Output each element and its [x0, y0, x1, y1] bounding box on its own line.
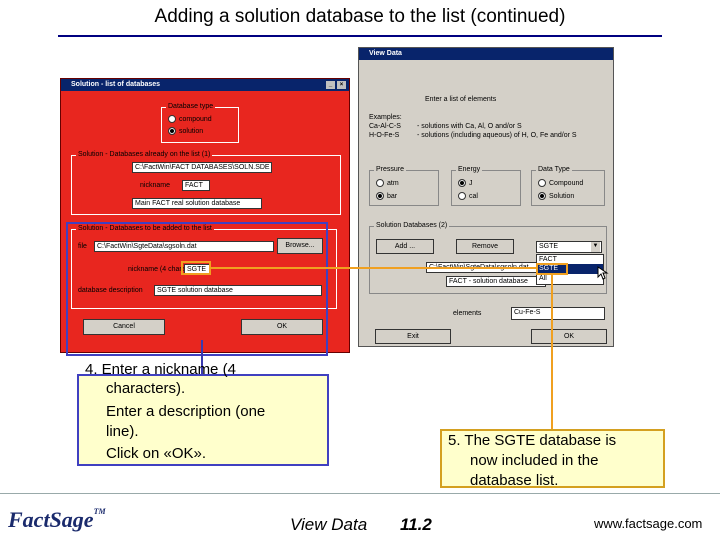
step4-callout: 4. Enter a nickname (4 characters). Ente…	[77, 361, 329, 466]
step5-line: now included in the	[470, 452, 599, 469]
step5-line: database list.	[470, 472, 559, 489]
step4-line: 4. Enter a nickname (4	[85, 361, 236, 378]
step4-line: Enter a description (one	[106, 403, 266, 420]
step4-line: characters).	[106, 380, 186, 397]
step4-line: line).	[106, 423, 139, 440]
step5-line: 5. The SGTE database is	[448, 432, 617, 449]
step4-line: Click on «OK».	[106, 445, 207, 462]
step5-callout: 5. The SGTE database is now included in …	[440, 429, 665, 489]
footer-url[interactable]: www.factsage.com	[594, 516, 702, 531]
footer-section: View Data	[290, 515, 368, 534]
footer-divider	[0, 493, 720, 494]
factsage-logo: FactSageTM	[8, 507, 106, 532]
page-number: 11.2	[400, 515, 432, 534]
